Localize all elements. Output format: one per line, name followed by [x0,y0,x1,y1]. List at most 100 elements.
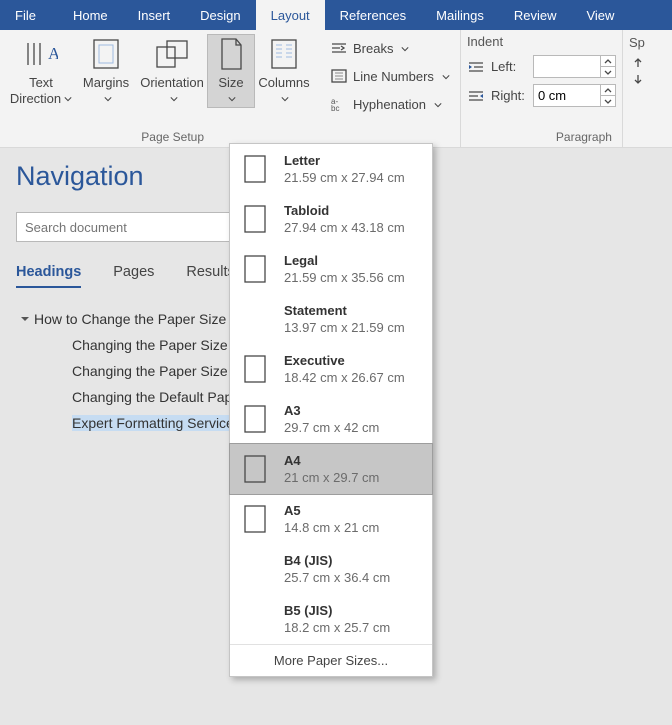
spin-down-icon[interactable] [601,95,615,106]
nav-tab-headings[interactable]: Headings [16,264,81,288]
chevron-down-icon [434,97,442,112]
collapse-icon[interactable] [16,314,34,324]
text-direction-icon: A [24,37,58,71]
indent-right-label: Right: [491,88,527,103]
svg-text:bc: bc [331,104,339,111]
paper-size-option[interactable]: Legal21.59 cm x 35.56 cm [230,244,432,294]
chevron-down-icon [228,91,236,107]
chevron-down-icon [170,91,178,107]
page-icon [240,401,270,437]
paper-size-dropdown: Letter21.59 cm x 27.94 cmTabloid27.94 cm… [229,143,433,677]
size-label: Size [218,75,243,91]
tab-layout[interactable]: Layout [256,0,325,30]
spacing-heading: Sp [629,35,645,50]
columns-button[interactable]: Columns [254,35,314,107]
paper-size-dimensions: 18.2 cm x 25.7 cm [284,619,390,636]
orientation-button[interactable]: Orientation [136,35,208,107]
paper-size-option[interactable]: Statement13.97 cm x 21.59 cm [230,294,432,344]
paper-size-dimensions: 25.7 cm x 36.4 cm [284,569,390,586]
margins-button[interactable]: Margins [76,35,136,107]
indent-left-input[interactable] [534,57,600,76]
page-icon [240,151,270,187]
indent-left-label: Left: [491,59,527,74]
paper-size-option[interactable]: A329.7 cm x 42 cm [230,394,432,444]
paper-size-name: A4 [284,452,379,469]
page-icon [240,201,270,237]
breaks-icon [330,41,348,55]
nav-tab-results[interactable]: Results [186,264,234,288]
paper-size-dimensions: 21.59 cm x 35.56 cm [284,269,405,286]
paper-size-dimensions: 27.94 cm x 43.18 cm [284,219,405,236]
chevron-down-icon [281,91,289,107]
line-numbers-button[interactable]: Line Numbers [326,65,454,87]
paper-size-name: Tabloid [284,202,405,219]
indent-right-input[interactable] [534,86,600,105]
paper-size-option[interactable]: Executive18.42 cm x 26.67 cm [230,344,432,394]
chevron-down-icon [401,41,409,56]
paper-size-option[interactable]: A421 cm x 29.7 cm [229,443,433,495]
tab-references[interactable]: References [325,0,421,30]
text-direction-label2: Direction [10,91,61,106]
ribbon: A TextDirection Margins Orientation [0,30,672,148]
tab-strip: File Home Insert Design Layout Reference… [0,0,672,30]
paper-size-dimensions: 29.7 cm x 42 cm [284,419,379,436]
paper-size-option[interactable]: Letter21.59 cm x 27.94 cm [230,144,432,194]
hyphenation-button[interactable]: a-bc Hyphenation [326,93,454,115]
margins-label: Margins [83,75,129,91]
tab-view[interactable]: View [571,0,629,30]
paper-size-option[interactable]: B4 (JIS)25.7 cm x 36.4 cm [230,544,432,594]
orientation-icon [155,37,189,71]
tab-design[interactable]: Design [185,0,255,30]
spin-up-icon[interactable] [601,56,615,66]
spin-up-icon[interactable] [601,85,615,95]
text-direction-button[interactable]: A TextDirection [6,35,76,107]
hyphenation-label: Hyphenation [353,97,426,112]
page-icon [240,351,270,387]
paper-size-dimensions: 21 cm x 29.7 cm [284,469,379,486]
indent-right-icon [467,90,485,102]
paper-size-dimensions: 18.42 cm x 26.67 cm [284,369,405,386]
chevron-down-icon [442,69,450,84]
line-numbers-label: Line Numbers [353,69,434,84]
paper-size-option[interactable]: B5 (JIS)18.2 cm x 25.7 cm [230,594,432,644]
orientation-label: Orientation [140,75,204,91]
paper-size-name: A5 [284,502,379,519]
spin-down-icon[interactable] [601,66,615,77]
tab-review[interactable]: Review [499,0,572,30]
paper-size-name: B5 (JIS) [284,602,390,619]
group-caption-paragraph: Paragraph [467,127,616,147]
size-icon [214,37,248,71]
size-button[interactable]: Size [207,34,255,108]
tab-home[interactable]: Home [58,0,123,30]
tab-mailings[interactable]: Mailings [421,0,499,30]
chevron-down-icon [104,91,112,107]
paper-size-option[interactable]: Tabloid27.94 cm x 43.18 cm [230,194,432,244]
paper-size-dimensions: 21.59 cm x 27.94 cm [284,169,405,186]
paper-size-dimensions: 13.97 cm x 21.59 cm [284,319,405,336]
page-icon [240,251,270,287]
nav-tab-pages[interactable]: Pages [113,264,154,288]
indent-heading: Indent [467,34,503,49]
indent-left-spinner[interactable] [533,55,616,78]
paper-size-name: B4 (JIS) [284,552,390,569]
page-icon [240,501,270,537]
text-direction-label1: Text [29,75,53,91]
page-icon [240,451,270,487]
paper-size-name: A3 [284,402,379,419]
chevron-down-icon [64,91,72,107]
indent-left-icon [467,61,485,73]
hyphenation-icon: a-bc [330,97,348,111]
tab-insert[interactable]: Insert [123,0,186,30]
tab-file[interactable]: File [0,0,58,30]
paper-size-dimensions: 14.8 cm x 21 cm [284,519,379,536]
columns-icon [267,37,301,71]
spacing-after-icon [629,74,647,86]
columns-label: Columns [258,75,309,91]
paper-size-option[interactable]: A514.8 cm x 21 cm [230,494,432,544]
breaks-button[interactable]: Breaks [326,37,454,59]
paper-size-name: Letter [284,152,405,169]
breaks-label: Breaks [353,41,393,56]
paper-size-name: Statement [284,302,405,319]
more-paper-sizes[interactable]: More Paper Sizes... [230,644,432,676]
indent-right-spinner[interactable] [533,84,616,107]
